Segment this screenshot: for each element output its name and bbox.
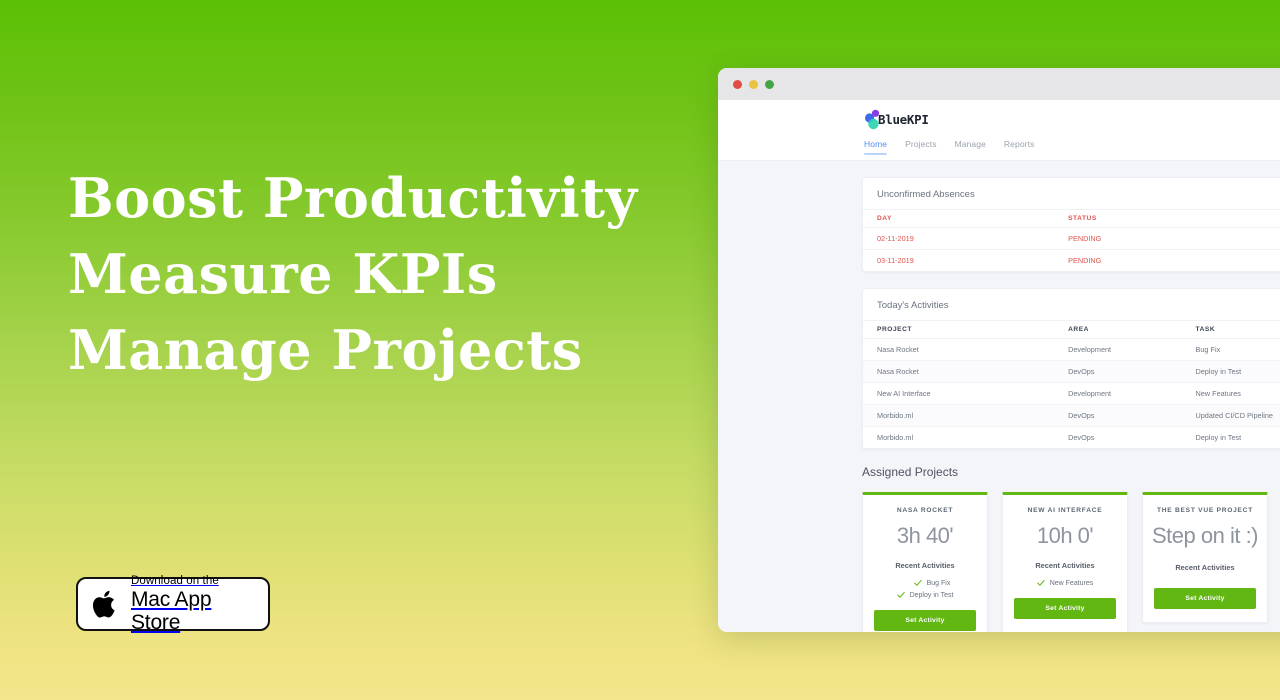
project-card-title: THE BEST VUE PROJECT (1157, 507, 1253, 514)
todays-activities-panel: Today's Activities PROJECT AREA TASK Nas… (862, 288, 1280, 449)
absences-header-status: STATUS (1054, 209, 1280, 228)
table-row[interactable]: Morbido.ml DevOps Updated CI/CD Pipeline (863, 404, 1280, 427)
table-row[interactable]: Nasa Rocket Development Bug Fix (863, 338, 1280, 361)
absences-panel-title: Unconfirmed Absences (877, 189, 975, 200)
list-item: Bug Fix (874, 577, 976, 589)
maximize-window-button[interactable] (765, 79, 774, 89)
project-card-new-ai-interface[interactable]: NEW AI INTERFACE 10h 0' Recent Activitie… (1002, 492, 1128, 632)
activities-header-task: TASK (1181, 320, 1280, 339)
app-brand-bar: BlueKPI (718, 100, 1280, 139)
check-icon (896, 591, 905, 598)
hero-line-2: Measure KPIs (68, 242, 498, 306)
assigned-projects-cards: NASA ROCKET 3h 40' Recent Activities Bug… (862, 492, 1280, 632)
activity-project: Morbido.ml (863, 404, 1055, 427)
activity-area: Development (1054, 338, 1182, 361)
table-row[interactable]: Nasa Rocket DevOps Deploy in Test (863, 360, 1280, 383)
project-card-the-best-vue-project[interactable]: THE BEST VUE PROJECT Step on it :) Recen… (1142, 492, 1268, 623)
project-card-hours: Step on it :) (1152, 523, 1259, 548)
project-card-title: NEW AI INTERFACE (1027, 507, 1103, 514)
activity-label: New Features (1049, 579, 1094, 587)
absence-status: PENDING (1068, 256, 1102, 265)
nav-item-manage[interactable]: Manage (955, 139, 986, 155)
check-icon (1036, 579, 1045, 586)
window-titlebar (718, 68, 1280, 100)
table-row[interactable]: Morbido.ml DevOps Deploy in Test (863, 427, 1280, 449)
assigned-projects-heading: Assigned Projects (862, 465, 959, 479)
absence-day: 03-11-2019 (877, 256, 914, 265)
project-card-subtitle: Recent Activities (1175, 563, 1235, 572)
activity-task: New Features (1181, 382, 1280, 405)
activity-task: Updated CI/CD Pipeline (1181, 404, 1280, 427)
main-nav: Home Projects Manage Reports (718, 139, 1280, 161)
hero-headline: Boost Productivity Measure KPIs Manage P… (68, 160, 668, 388)
activity-project: Nasa Rocket (863, 338, 1055, 361)
table-header-row: DAY STATUS (863, 209, 1280, 228)
activity-project: Morbido.ml (877, 433, 914, 442)
nav-item-home[interactable]: Home (864, 139, 888, 155)
table-row[interactable]: New AI Interface Development New Feature… (863, 382, 1280, 405)
project-card-hours: 3h 40' (896, 523, 954, 548)
unconfirmed-absences-panel: Unconfirmed Absences DAY STATUS 02-11-20… (862, 177, 1280, 272)
recent-activities-list: Bug Fix Deploy in Test (874, 577, 976, 601)
list-item: New Features (1014, 577, 1116, 589)
hero-line-3: Manage Projects (68, 318, 583, 382)
activity-area: Development (1054, 382, 1182, 405)
project-card-nasa-rocket[interactable]: NASA ROCKET 3h 40' Recent Activities Bug… (862, 492, 988, 632)
close-window-button[interactable] (733, 79, 742, 89)
table-row[interactable]: 03-11-2019 PENDING (863, 250, 1280, 272)
table-row[interactable]: 02-11-2019 PENDING (863, 227, 1280, 250)
activity-task: Deploy in Test (1181, 360, 1280, 383)
badge-small-text: Download on the (131, 574, 219, 587)
absences-header-day: DAY (863, 209, 1055, 228)
nav-item-reports[interactable]: Reports (1004, 139, 1034, 155)
project-card-subtitle: Recent Activities (895, 561, 955, 570)
activities-header-area: AREA (1054, 320, 1182, 339)
set-activity-button[interactable]: Set Activity (1154, 588, 1256, 609)
check-icon (913, 579, 922, 586)
list-item: Deploy in Test (874, 589, 976, 601)
absence-day: 02-11-2019 (863, 227, 1055, 250)
project-card-hours: 10h 0' (1036, 523, 1094, 548)
set-activity-button[interactable]: Set Activity (874, 610, 976, 631)
table-header-row: PROJECT AREA TASK (863, 320, 1280, 339)
apple-logo-icon (92, 590, 115, 618)
badge-text-block: Download on the Mac App Store (131, 575, 254, 634)
minimize-window-button[interactable] (749, 79, 758, 89)
project-card-subtitle: Recent Activities (1035, 561, 1095, 570)
hero-line-1: Boost Productivity (68, 166, 638, 230)
nav-item-projects[interactable]: Projects (905, 139, 937, 155)
app-logo-text: BlueKPI (878, 112, 929, 127)
activities-header-project: PROJECT (863, 320, 1055, 339)
app-logo[interactable]: BlueKPI (864, 109, 929, 130)
recent-activities-list: New Features (1014, 577, 1116, 589)
activity-project: Nasa Rocket (863, 360, 1055, 383)
activity-project: New AI Interface (863, 382, 1055, 405)
absence-status: PENDING (1054, 227, 1280, 250)
activity-task: Bug Fix (1181, 338, 1280, 361)
activities-table: PROJECT AREA TASK Nasa Rocket Developmen… (863, 320, 1280, 448)
mac-app-store-badge[interactable]: Download on the Mac App Store (76, 575, 270, 634)
badge-big-text: Mac App Store (131, 587, 212, 634)
activity-label: Bug Fix (926, 579, 951, 587)
app-content: Unconfirmed Absences DAY STATUS 02-11-20… (718, 161, 1280, 632)
activity-area: DevOps (1054, 360, 1182, 383)
absences-table: DAY STATUS 02-11-2019 PENDING 03-11-2019… (863, 209, 1280, 271)
activities-panel-title: Today's Activities (877, 300, 949, 311)
activity-task: Deploy in Test (1195, 433, 1242, 442)
browser-window: BlueKPI Home Projects Manage Reports Unc… (718, 68, 1280, 632)
set-activity-button[interactable]: Set Activity (1014, 598, 1116, 619)
activity-area: DevOps (1054, 404, 1182, 427)
activity-label: Deploy in Test (909, 591, 954, 599)
activity-area: DevOps (1068, 433, 1095, 442)
project-card-title: NASA ROCKET (896, 507, 954, 514)
